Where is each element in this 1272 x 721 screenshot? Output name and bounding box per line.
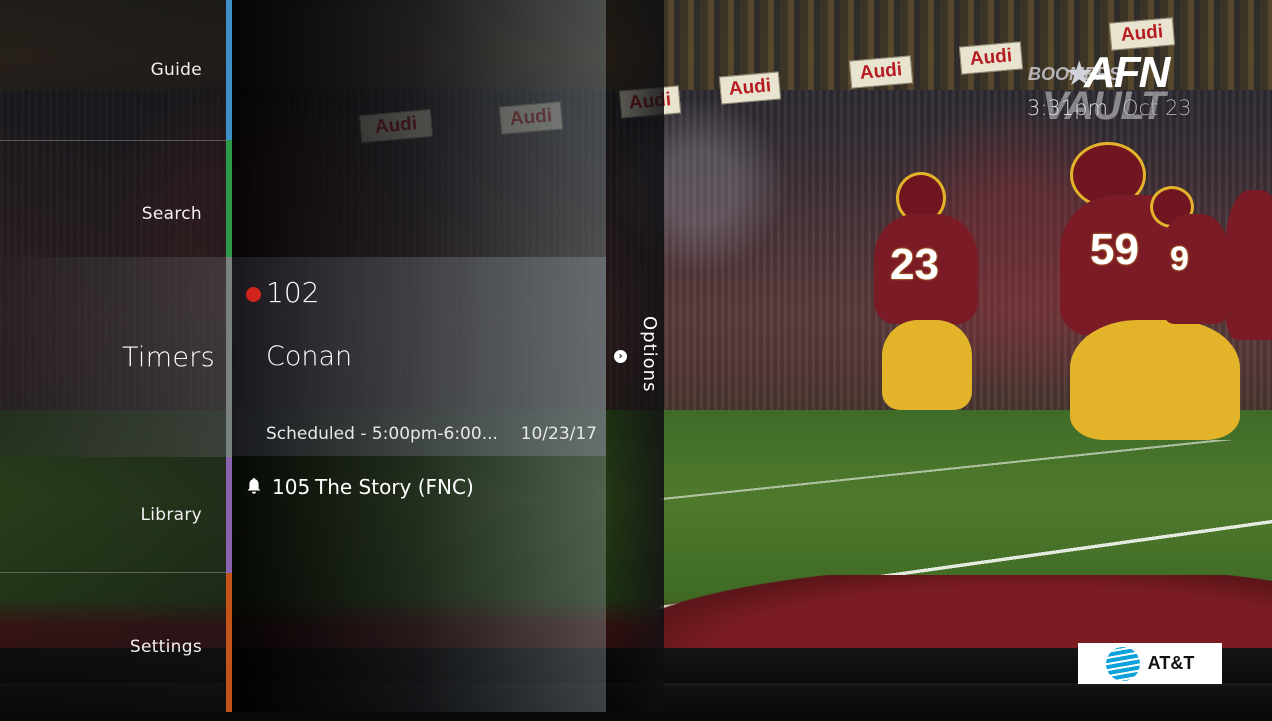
nav-item-settings[interactable]: Settings — [0, 573, 226, 721]
options-tab[interactable]: › Options — [606, 0, 664, 712]
ad-board: Audi — [848, 55, 914, 89]
ad-board: Audi — [718, 71, 782, 105]
nav-item-label: Guide — [150, 60, 202, 80]
options-label: Options — [639, 316, 660, 393]
nav-item-label: Search — [141, 204, 202, 224]
timers-panel: 102 Conan Scheduled - 5:00pm-6:00... 10/… — [232, 0, 606, 712]
player-jersey — [1225, 190, 1272, 340]
ad-board: Audi — [1108, 17, 1176, 51]
show-title: The Story (FNC) — [315, 475, 474, 499]
player-pants — [882, 320, 972, 410]
nav-item-label: Library — [140, 504, 202, 525]
main-navigation: Guide Search Timers Library Settings — [0, 0, 226, 712]
recording-dot-icon — [246, 287, 261, 302]
nav-item-label: Settings — [129, 637, 202, 657]
channel-logo: BOOMERS VAULT ★ AFN — [1024, 48, 1204, 140]
jersey-number: 9 — [1170, 240, 1189, 278]
network-logo: AFN — [1084, 48, 1170, 97]
nav-item-timers[interactable]: Timers — [0, 257, 226, 457]
schedule-text: Scheduled - 5:00pm-6:00... — [266, 424, 498, 444]
sponsor-label: AT&T — [1147, 653, 1195, 673]
ad-board: Audi — [958, 41, 1024, 75]
schedule-date: 10/23/17 — [520, 424, 597, 444]
endzone-paint — [660, 575, 1272, 650]
jersey-number: 59 — [1090, 225, 1139, 274]
bell-icon — [247, 478, 261, 494]
player-pants — [1070, 320, 1240, 440]
att-globe-icon — [1105, 646, 1140, 681]
clock-time: 3:31pm — [1027, 96, 1108, 120]
clock-date: Oct 23 — [1121, 96, 1192, 120]
jersey-number: 23 — [890, 240, 939, 289]
nav-item-library[interactable]: Library — [0, 457, 226, 572]
timer-item-selected[interactable]: 102 Conan Scheduled - 5:00pm-6:00... 10/… — [232, 257, 606, 456]
timer-item[interactable]: 105 The Story (FNC) — [232, 458, 606, 514]
nav-item-guide[interactable]: Guide — [0, 0, 226, 140]
nav-item-label: Timers — [121, 341, 215, 373]
chevron-right-circle-icon: › — [614, 350, 627, 363]
sponsor-badge: AT&T — [1078, 643, 1222, 684]
channel-number: 105 — [272, 475, 311, 499]
show-title: Conan — [266, 341, 353, 372]
clock: 3:31pm Oct 23 — [1027, 96, 1192, 120]
channel-number: 102 — [266, 276, 320, 309]
